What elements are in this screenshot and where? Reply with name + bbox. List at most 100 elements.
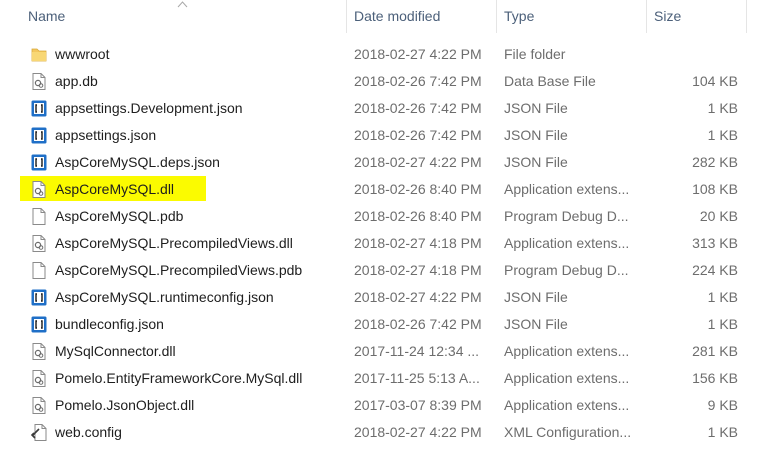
file-type: Application extens... [504,181,630,197]
file-date-modified: 2017-03-07 8:39 PM [354,397,482,413]
gear-file-icon [30,396,48,415]
column-divider[interactable] [746,0,747,33]
column-header-size[interactable]: Size [648,0,746,33]
file-name: wwwroot [55,46,110,62]
file-size: 224 KB [692,262,738,278]
file-date-modified: 2018-02-27 4:18 PM [354,262,482,278]
file-type: Application extens... [504,235,630,251]
file-name: Pomelo.JsonObject.dll [55,397,195,413]
gear-file-icon [30,180,48,199]
file-size: 1 KB [707,100,738,116]
file-name: MySqlConnector.dll [55,343,176,359]
file-size: 1 KB [707,316,738,332]
json-file-icon [30,126,48,145]
file-name: AspCoreMySQL.deps.json [55,154,220,170]
column-header-date-modified[interactable]: Date modified [348,0,496,33]
json-file-icon [30,99,48,118]
column-divider[interactable] [346,0,347,33]
file-name: AspCoreMySQL.dll [55,181,175,197]
file-type: JSON File [504,289,568,305]
file-date-modified: 2017-11-24 12:34 ... [354,343,480,359]
column-divider[interactable] [496,0,497,33]
file-row[interactable]: web.config 2018-02-27 4:22 PM XML Configur… [0,419,762,446]
file-size: 104 KB [692,73,738,89]
file-size: 1 KB [707,424,738,440]
file-type: JSON File [504,100,568,116]
file-name: Pomelo.EntityFrameworkCore.MySql.dll [55,370,303,386]
gear-file-icon [30,234,48,253]
file-row[interactable]: wwwroot 2018-02-27 4:22 PM File folder [0,41,762,68]
sort-ascending-icon [177,1,188,8]
file-size: 108 KB [692,181,738,197]
blank-file-icon [30,261,48,280]
file-row[interactable]: AspCoreMySQL.pdb 2018-02-26 8:40 PM Progra… [0,203,762,230]
file-name: app.db [55,73,98,89]
file-date-modified: 2018-02-27 4:22 PM [354,289,482,305]
file-size: 281 KB [692,343,738,359]
file-row[interactable]: app.db 2018-02-26 7:42 PM Data Base File 10… [0,68,762,95]
file-type: JSON File [504,127,568,143]
file-size: 1 KB [707,127,738,143]
file-type: XML Configuration... [504,424,632,440]
file-type: Application extens... [504,397,630,413]
file-date-modified: 2018-02-26 7:42 PM [354,100,482,116]
file-type: Application extens... [504,370,630,386]
file-name: AspCoreMySQL.pdb [55,208,184,224]
file-size: 156 KB [692,370,738,386]
file-row[interactable]: AspCoreMySQL.PrecompiledViews.dll 2018-02… [0,230,762,257]
file-type: File folder [504,46,566,62]
file-row[interactable]: Pomelo.EntityFrameworkCore.MySql.dll 2017… [0,365,762,392]
gear-file-icon [30,369,48,388]
blank-file-icon [30,207,48,226]
file-type: Application extens... [504,343,630,359]
json-file-icon [30,315,48,334]
file-date-modified: 2018-02-27 4:18 PM [354,235,482,251]
file-name: AspCoreMySQL.runtimeconfig.json [55,289,274,305]
file-type: Program Debug D... [504,208,629,224]
file-date-modified: 2018-02-27 4:22 PM [354,154,482,170]
gear-file-icon [30,342,48,361]
file-size: 9 KB [707,397,738,413]
file-date-modified: 2018-02-26 8:40 PM [354,181,482,197]
file-row[interactable]: appsettings.json 2018-02-26 7:42 PM JSON F… [0,122,762,149]
file-size: 313 KB [692,235,738,251]
file-date-modified: 2018-02-26 7:42 PM [354,127,482,143]
file-row[interactable]: appsettings.Development.json 2018-02-26 7… [0,95,762,122]
file-date-modified: 2018-02-26 7:42 PM [354,73,482,89]
file-type: Program Debug D... [504,262,629,278]
column-header-bar: Name Date modified Type Size [0,0,762,33]
folder-icon [30,45,48,64]
file-date-modified: 2018-02-26 8:40 PM [354,208,482,224]
config-file-icon [30,423,48,442]
file-row[interactable]: AspCoreMySQL.PrecompiledViews.pdb 2018-02… [0,257,762,284]
file-row[interactable]: Pomelo.JsonObject.dll 2017-03-07 8:39 PM A… [0,392,762,419]
file-row[interactable]: AspCoreMySQL.runtimeconfig.json 2018-02-2… [0,284,762,311]
json-file-icon [30,288,48,307]
file-name: appsettings.json [55,127,157,143]
file-row[interactable]: AspCoreMySQL.deps.json 2018-02-27 4:22 PM… [0,149,762,176]
file-name: web.config [55,424,122,440]
file-date-modified: 2018-02-27 4:22 PM [354,424,482,440]
file-name: bundleconfig.json [55,316,164,332]
file-name: AspCoreMySQL.PrecompiledViews.dll [55,235,293,251]
file-date-modified: 2018-02-27 4:22 PM [354,46,482,62]
file-list: wwwroot 2018-02-27 4:22 PM File folder app.… [0,41,762,446]
column-divider[interactable] [646,0,647,33]
file-date-modified: 2017-11-25 5:13 A... [354,370,480,386]
file-row[interactable]: bundleconfig.json 2018-02-26 7:42 PM JSON … [0,311,762,338]
file-size: 282 KB [692,154,738,170]
gear-file-icon [30,72,48,91]
file-type: JSON File [504,316,568,332]
file-size [652,41,738,68]
file-size: 20 KB [699,208,738,224]
file-type: Data Base File [504,73,596,89]
file-name: AspCoreMySQL.PrecompiledViews.pdb [55,262,303,278]
file-row[interactable]: AspCoreMySQL.dll 2018-02-26 8:40 PM Applic… [0,176,762,203]
file-type: JSON File [504,154,568,170]
column-header-type[interactable]: Type [498,0,646,33]
json-file-icon [30,153,48,172]
file-row[interactable]: MySqlConnector.dll 2017-11-24 12:34 ... Ap… [0,338,762,365]
file-date-modified: 2018-02-26 7:42 PM [354,316,482,332]
file-name: appsettings.Development.json [55,100,243,116]
file-size: 1 KB [707,289,738,305]
